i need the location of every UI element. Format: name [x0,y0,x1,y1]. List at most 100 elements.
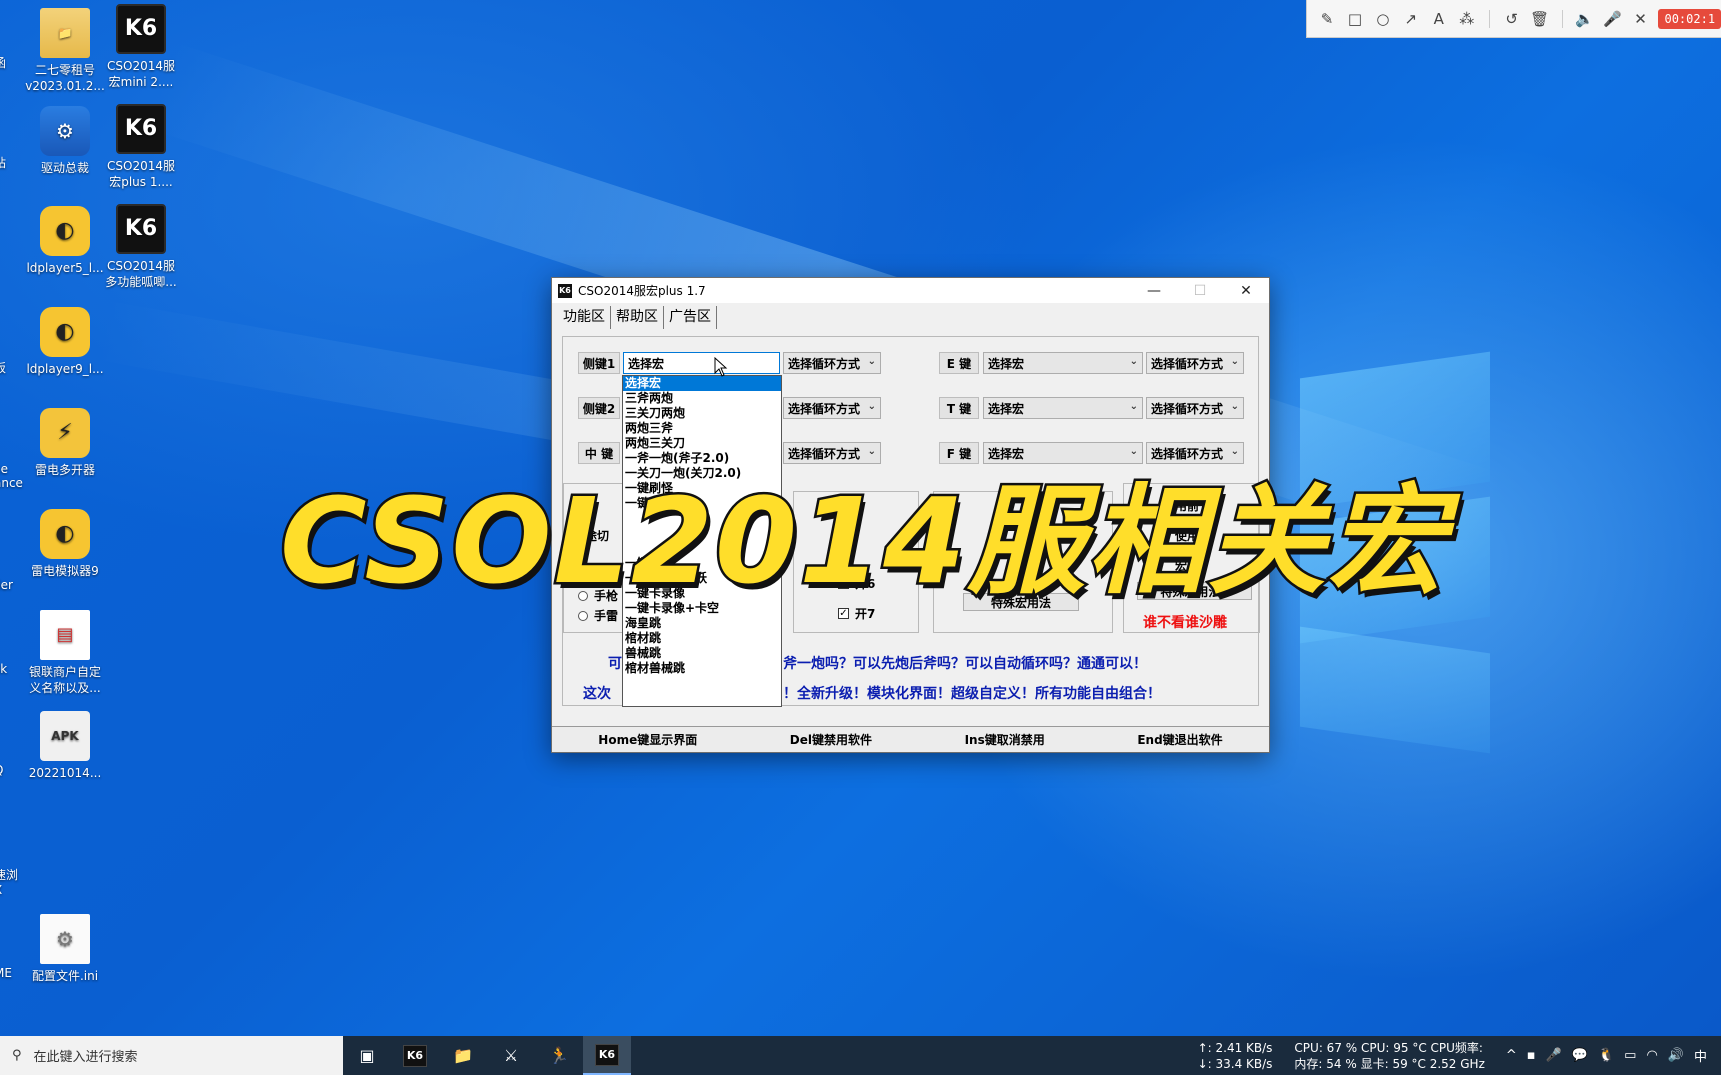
loop-select-e[interactable]: 选择循环方式 ⌄ [1146,352,1244,374]
loop-select-t[interactable]: 选择循环方式 ⌄ [1146,397,1244,419]
task-view-icon[interactable]: ▣ [343,1036,391,1075]
k6-icon: K6 [116,104,166,154]
desktop-icon[interactable]: ◐ 雷电模拟器9 [20,509,110,579]
k6-icon: K6 [403,1044,427,1067]
edge-label[interactable]: sk [0,662,7,676]
edge-label[interactable]: Q [0,763,3,777]
microphone-icon[interactable]: 🎤 [1546,1048,1562,1063]
k6-icon: K6 [116,4,166,54]
chevron-down-icon: ⌄ [1129,356,1138,367]
edge-label[interactable]: ME [0,966,12,980]
loop-select-side2[interactable]: 选择循环方式 ⌄ [783,397,881,419]
battery-icon[interactable]: ▭ [1624,1048,1636,1063]
driver-icon: ⚙ [40,106,90,156]
k6-tray-icon[interactable]: ▪ [1527,1048,1536,1063]
taskbar-search[interactable]: ⚲ 在此键入进行搜索 [0,1036,343,1075]
loop-select-side1[interactable]: 选择循环方式 ⌄ [783,352,881,374]
macro-select-side1[interactable]: 选择宏 [623,352,780,374]
k6-icon: K6 [595,1043,619,1066]
desktop-icon[interactable]: K6 CSO2014服 多功能呱唧... [96,204,186,290]
wechat-icon[interactable]: 💬 [1572,1048,1588,1063]
dropdown-option[interactable]: 选择宏 [623,376,781,391]
dropdown-option[interactable]: 海皇跳 [623,616,781,631]
chevron-down-icon: ⌄ [1230,356,1239,367]
hotkey-status-bar: Home键显示界面 Del键禁用软件 Ins键取消禁用 End键退出软件 [552,726,1269,752]
key-label-t: T 键 [939,397,979,419]
edge-label[interactable]: 速浏 X [0,866,18,897]
edge-label[interactable]: 函 [0,54,6,71]
promo-line-1-prefix: 可 [608,656,622,672]
hotkey-end: End键退出软件 [1137,733,1223,747]
edge-label[interactable]: 站 [0,154,6,171]
hotkey-home: Home键显示界面 [598,733,698,747]
system-stats: CPU: 67 % CPU: 95 °C CPU频率: 内存: 54 % 显卡:… [1294,1040,1485,1071]
dropdown-option[interactable]: 三斧两炮 [623,391,781,406]
network-stats: ↑: 2.41 KB/s ↓: 33.4 KB/s [1197,1040,1273,1071]
mouse-cursor-icon [714,357,728,377]
taskbar-k6-active[interactable]: K6 [583,1036,631,1075]
hotkey-del: Del键禁用软件 [789,733,873,747]
magic-wand-icon[interactable]: ⁂ [1457,9,1477,29]
wifi-icon[interactable]: ◠ [1646,1048,1657,1063]
text-icon[interactable]: A [1429,9,1449,29]
ime-indicator[interactable]: 中 [1694,1046,1707,1065]
app-logo-icon: K6 [558,283,572,298]
macro-select-e[interactable]: 选择宏 ⌄ [983,352,1143,374]
dropdown-option[interactable]: 棺材兽械跳 [623,661,781,676]
dropdown-option[interactable]: 棺材跳 [623,631,781,646]
desktop-icon[interactable]: ⚙ 配置文件.ini [20,914,110,984]
title-bar[interactable]: K6 CSO2014服宏plus 1.7 — ☐ ✕ [552,278,1269,303]
promo-line-2-prefix: 这次 [583,686,611,702]
cs-game-icon[interactable]: 🏃 [535,1036,583,1075]
minimize-button[interactable]: — [1131,278,1177,303]
edge-label[interactable]: 板 [0,359,6,376]
tab-ads[interactable]: 广告区 [664,306,717,329]
microphone-icon[interactable]: 🎤 [1603,9,1623,29]
taskbar: ⚲ 在此键入进行搜索 ▣ K6 📁 ⚔ 🏃 K6 ↑: 2.41 KB/s ↓:… [0,1036,1721,1075]
arrow-icon[interactable]: ↗ [1401,9,1421,29]
window-title: CSO2014服宏plus 1.7 [578,284,706,298]
desktop-icon[interactable]: K6 CSO2014服 宏mini 2.... [96,4,186,90]
wallpaper-pane [1300,626,1490,754]
chevron-down-icon: ⌄ [1129,401,1138,412]
volume-icon[interactable]: 🔊 [1668,1048,1684,1063]
speaker-icon[interactable]: 🔈 [1575,9,1595,29]
chevron-down-icon: ⌄ [1230,401,1239,412]
search-placeholder: 在此键入进行搜索 [33,1050,138,1065]
undo-icon[interactable]: ↺ [1502,9,1522,29]
folder-icon: 📁 [40,8,90,58]
close-icon[interactable]: ✕ [1631,9,1651,29]
close-button[interactable]: ✕ [1223,278,1269,303]
edge-label[interactable]: ller [0,578,13,592]
qq-icon[interactable]: 🐧 [1598,1048,1614,1063]
hotkey-ins: Ins键取消禁用 [964,733,1045,747]
circle-icon[interactable]: ○ [1373,9,1393,29]
macro-select-t[interactable]: 选择宏 ⌄ [983,397,1143,419]
dropdown-option[interactable]: 兽械跳 [623,646,781,661]
chevron-up-icon[interactable]: ^ [1506,1048,1517,1063]
tab-function[interactable]: 功能区 [558,306,611,329]
separator [1561,9,1563,28]
cs-app-icon[interactable]: ⚔ [487,1036,535,1075]
dropdown-option[interactable]: 三关刀两炮 [623,406,781,421]
separator [1488,9,1490,28]
desktop-icon[interactable]: ◐ ldplayer9_l... [20,307,110,377]
maximize-button[interactable]: ☐ [1177,278,1223,303]
recorder-toolbar: ✎ □ ○ ↗ A ⁂ ↺ 🗑 🔈 🎤 ✕ 00:02:1 [1306,0,1721,38]
tab-help[interactable]: 帮助区 [611,306,664,329]
desktop-icon[interactable]: APK 20221014... [20,711,110,781]
taskbar-k6-app[interactable]: K6 [391,1036,439,1075]
desktop-icon[interactable]: ▤ 银联商户自定 义名称以及... [20,610,110,696]
rectangle-icon[interactable]: □ [1345,9,1365,29]
file-explorer-icon[interactable]: 📁 [439,1036,487,1075]
apk-icon: APK [40,711,90,761]
key-label-side1: 侧键1 [578,352,620,374]
dropdown-option[interactable]: 两炮三斧 [623,421,781,436]
trash-icon[interactable]: 🗑 [1530,9,1550,29]
pencil-icon[interactable]: ✎ [1317,9,1337,29]
desktop-icon[interactable]: ⚡ 雷电多开器 [20,408,110,478]
tab-row: 功能区 帮助区 广告区 [552,303,1269,329]
ldplayer-icon: ◐ [40,307,90,357]
search-icon: ⚲ [12,1048,22,1063]
desktop-icon[interactable]: K6 CSO2014服 宏plus 1.... [96,104,186,190]
